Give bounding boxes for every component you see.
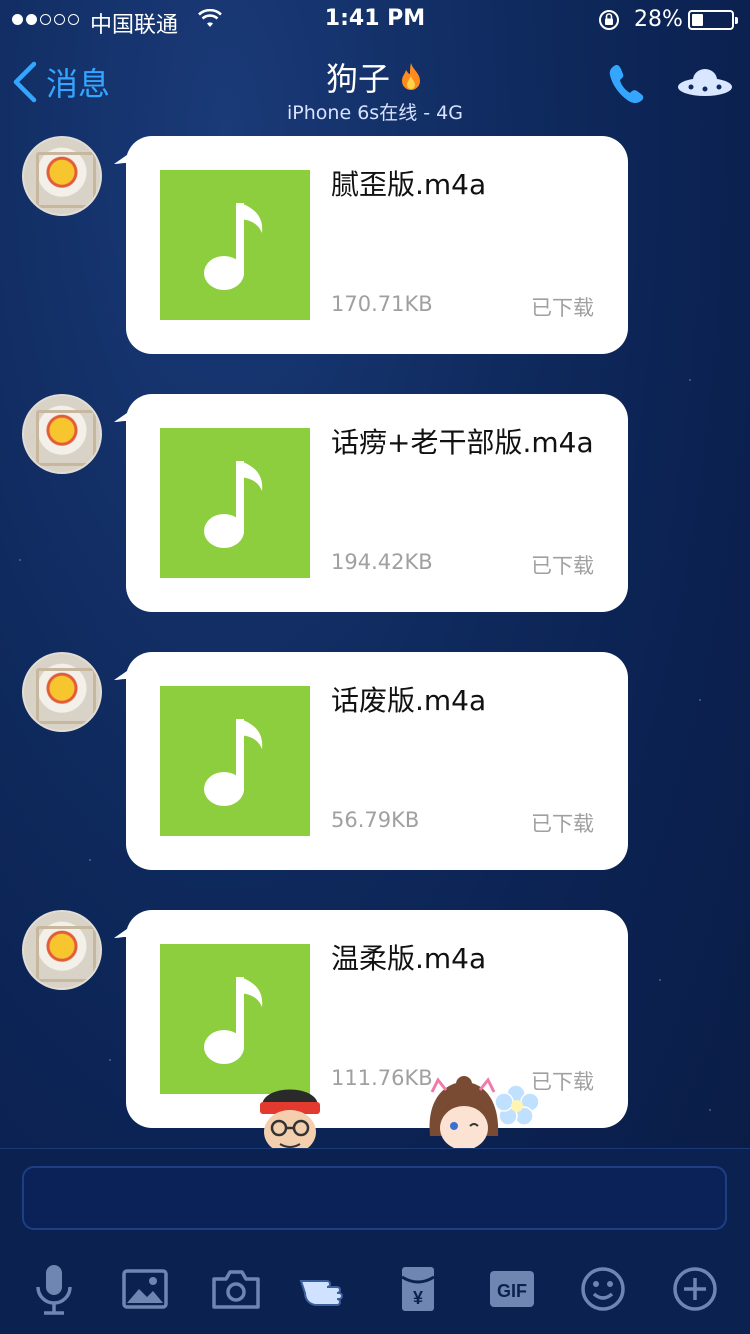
plus-icon[interactable] <box>665 1259 725 1319</box>
battery-percentage: 28% <box>634 7 683 32</box>
image-icon[interactable] <box>115 1259 175 1319</box>
file-bubble[interactable]: 温柔版.m4a 111.76KB 已下载 <box>126 910 628 1128</box>
chat-input-area: ¥ GIF <box>0 1148 750 1334</box>
ufo-menu-icon[interactable] <box>676 62 734 102</box>
input-toolbar: ¥ GIF <box>0 1249 750 1329</box>
gif-icon[interactable]: GIF <box>482 1259 542 1319</box>
emoji-icon[interactable] <box>573 1259 633 1319</box>
audio-file-thumbnail <box>160 944 310 1094</box>
avatar[interactable] <box>22 910 102 990</box>
file-bubble[interactable]: 话痨+老干部版.m4a 194.42KB 已下载 <box>126 394 628 612</box>
download-status: 已下载 <box>531 554 594 578</box>
cartoon-girl-sticker <box>429 1076 540 1150</box>
file-message: 话废版.m4a 56.79KB 已下载 <box>0 652 750 872</box>
phone-call-icon[interactable] <box>606 60 646 106</box>
file-bubble[interactable]: 腻歪版.m4a 170.71KB 已下载 <box>126 136 628 354</box>
camera-icon[interactable] <box>206 1259 266 1319</box>
svg-text:¥: ¥ <box>413 1288 423 1308</box>
contact-name: 狗子 <box>325 60 390 98</box>
audio-file-thumbnail <box>160 686 310 836</box>
avatar[interactable] <box>22 136 102 216</box>
audio-file-thumbnail <box>160 170 310 320</box>
audio-file-thumbnail <box>160 428 310 578</box>
download-status: 已下载 <box>531 812 594 836</box>
file-bubble[interactable]: 话废版.m4a 56.79KB 已下载 <box>126 652 628 870</box>
file-message: 话痨+老干部版.m4a 194.42KB 已下载 <box>0 394 750 614</box>
red-packet-icon[interactable]: ¥ <box>388 1259 448 1319</box>
battery-level <box>692 14 703 26</box>
file-size: 56.79KB <box>331 808 420 832</box>
poke-hand-icon[interactable] <box>297 1259 357 1319</box>
file-name: 腻歪版.m4a <box>331 168 487 201</box>
file-message: 腻歪版.m4a 170.71KB 已下载 <box>0 136 750 356</box>
status-bar: 中国联通 1:41 PM 28% <box>0 0 750 40</box>
svg-text:GIF: GIF <box>497 1281 527 1301</box>
file-name: 话痨+老干部版.m4a <box>331 426 594 459</box>
cartoon-boy-sticker <box>260 1089 320 1152</box>
file-size: 194.42KB <box>331 550 433 574</box>
download-status: 已下载 <box>531 296 594 320</box>
file-name: 话废版.m4a <box>331 684 487 717</box>
file-name: 温柔版.m4a <box>331 942 487 975</box>
avatar[interactable] <box>22 394 102 474</box>
file-size: 170.71KB <box>331 292 433 316</box>
flame-icon <box>402 63 420 90</box>
chat-header: 消息 狗子 iPhone 6s在线 - 4G <box>0 40 750 128</box>
music-note-icon <box>204 461 263 548</box>
music-note-icon <box>204 203 263 290</box>
avatar[interactable] <box>22 652 102 732</box>
battery-icon <box>688 10 738 30</box>
music-note-icon <box>204 977 263 1064</box>
file-message: 温柔版.m4a 111.76KB 已下载 <box>0 910 750 1130</box>
music-note-icon <box>204 719 263 806</box>
microphone-icon[interactable] <box>24 1259 84 1319</box>
message-input[interactable] <box>22 1166 727 1230</box>
orientation-lock-icon <box>599 10 619 30</box>
